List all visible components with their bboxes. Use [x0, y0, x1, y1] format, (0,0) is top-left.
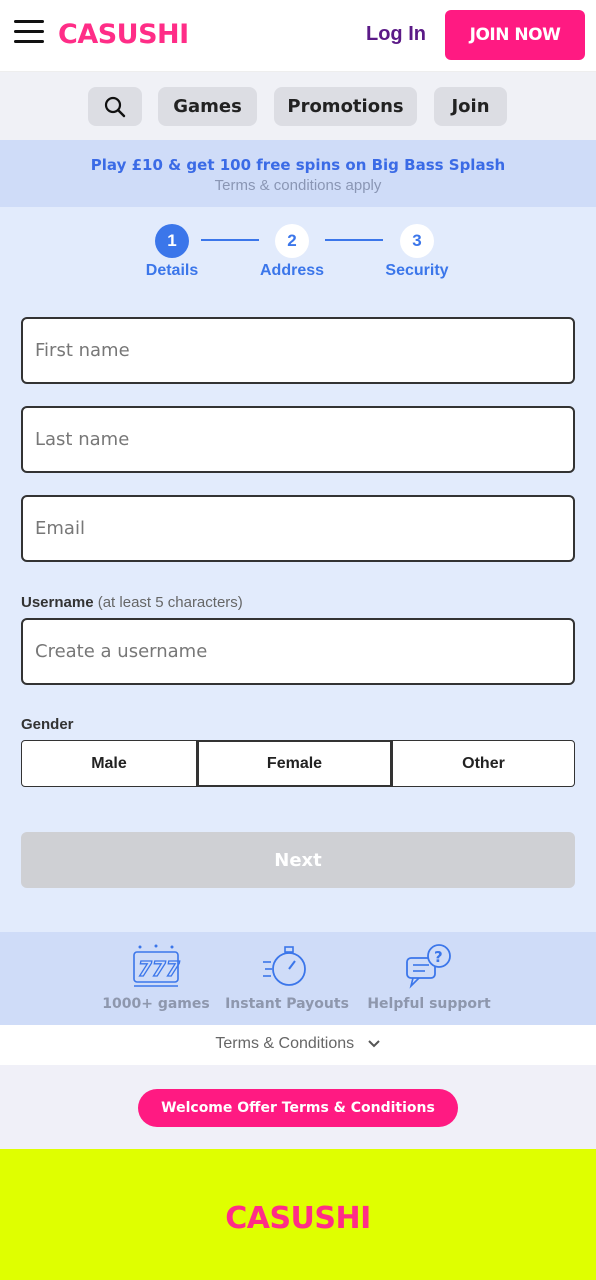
- username-field[interactable]: [21, 618, 575, 685]
- step-connector: [201, 239, 259, 241]
- first-name-field[interactable]: [21, 317, 575, 384]
- feature-payouts: Instant Payouts: [207, 942, 367, 1012]
- next-button[interactable]: Next: [21, 832, 575, 888]
- step-1-indicator: 1: [155, 224, 189, 258]
- menu-icon[interactable]: [14, 20, 44, 50]
- step-1-label: Details: [145, 262, 199, 279]
- slot-777-icon: 777: [133, 944, 180, 987]
- gender-other-option[interactable]: Other: [392, 740, 575, 787]
- username-hint: (at least 5 characters): [97, 594, 243, 611]
- username-label-text: Username: [21, 594, 94, 611]
- terms-conditions-label: Terms & Conditions: [215, 1035, 355, 1052]
- footer: CASUSHI: [0, 1149, 596, 1280]
- terms-conditions-link[interactable]: Terms & Conditions: [0, 1025, 596, 1065]
- registration-form-area: [0, 207, 596, 932]
- feature-support-label: Helpful support: [367, 996, 491, 1012]
- header: CASUSHI Log In JOIN NOW: [0, 0, 596, 72]
- chat-question-icon: ?: [406, 944, 451, 989]
- step-connector: [325, 239, 383, 241]
- gender-male-option[interactable]: Male: [21, 740, 197, 787]
- feature-payouts-label: Instant Payouts: [225, 996, 349, 1012]
- search-button[interactable]: [88, 87, 142, 126]
- promo-title: Play £10 & get 100 free spins on Big Bas…: [90, 156, 506, 174]
- chevron-down-icon: [367, 1040, 380, 1048]
- username-label: Username (at least 5 characters): [21, 594, 243, 611]
- offer-area: Welcome Offer Terms & Conditions: [0, 1065, 596, 1149]
- join-now-button[interactable]: JOIN NOW: [445, 10, 585, 60]
- promo-subtitle: Terms & conditions apply: [214, 177, 382, 194]
- search-icon: [104, 96, 126, 117]
- step-3-label: Security: [385, 262, 449, 279]
- login-link[interactable]: Log In: [366, 23, 426, 46]
- gender-female-option[interactable]: Female: [197, 740, 392, 787]
- stopwatch-icon: [263, 946, 306, 986]
- features-strip: 777 1000+ games Instant Payouts ? Helpfu…: [0, 932, 596, 1025]
- welcome-offer-terms-button[interactable]: Welcome Offer Terms & Conditions: [138, 1089, 458, 1127]
- promo-banner: Play £10 & get 100 free spins on Big Bas…: [0, 140, 596, 207]
- feature-support: ? Helpful support: [349, 942, 509, 1012]
- nav-games[interactable]: Games: [158, 87, 257, 126]
- svg-text:777: 777: [138, 957, 180, 981]
- step-3-indicator: 3: [400, 224, 434, 258]
- svg-text:?: ?: [434, 948, 443, 966]
- nav-join[interactable]: Join: [434, 87, 507, 126]
- logo[interactable]: CASUSHI: [58, 19, 189, 50]
- email-field[interactable]: [21, 495, 575, 562]
- nav-bar: Games Promotions Join: [0, 72, 596, 140]
- step-2-label: Address: [259, 262, 325, 279]
- gender-label: Gender: [21, 716, 74, 733]
- last-name-field[interactable]: [21, 406, 575, 473]
- gender-selector: Male Female Other: [21, 740, 575, 787]
- step-2-indicator: 2: [275, 224, 309, 258]
- nav-promotions[interactable]: Promotions: [274, 87, 417, 126]
- footer-logo: CASUSHI: [225, 1201, 371, 1236]
